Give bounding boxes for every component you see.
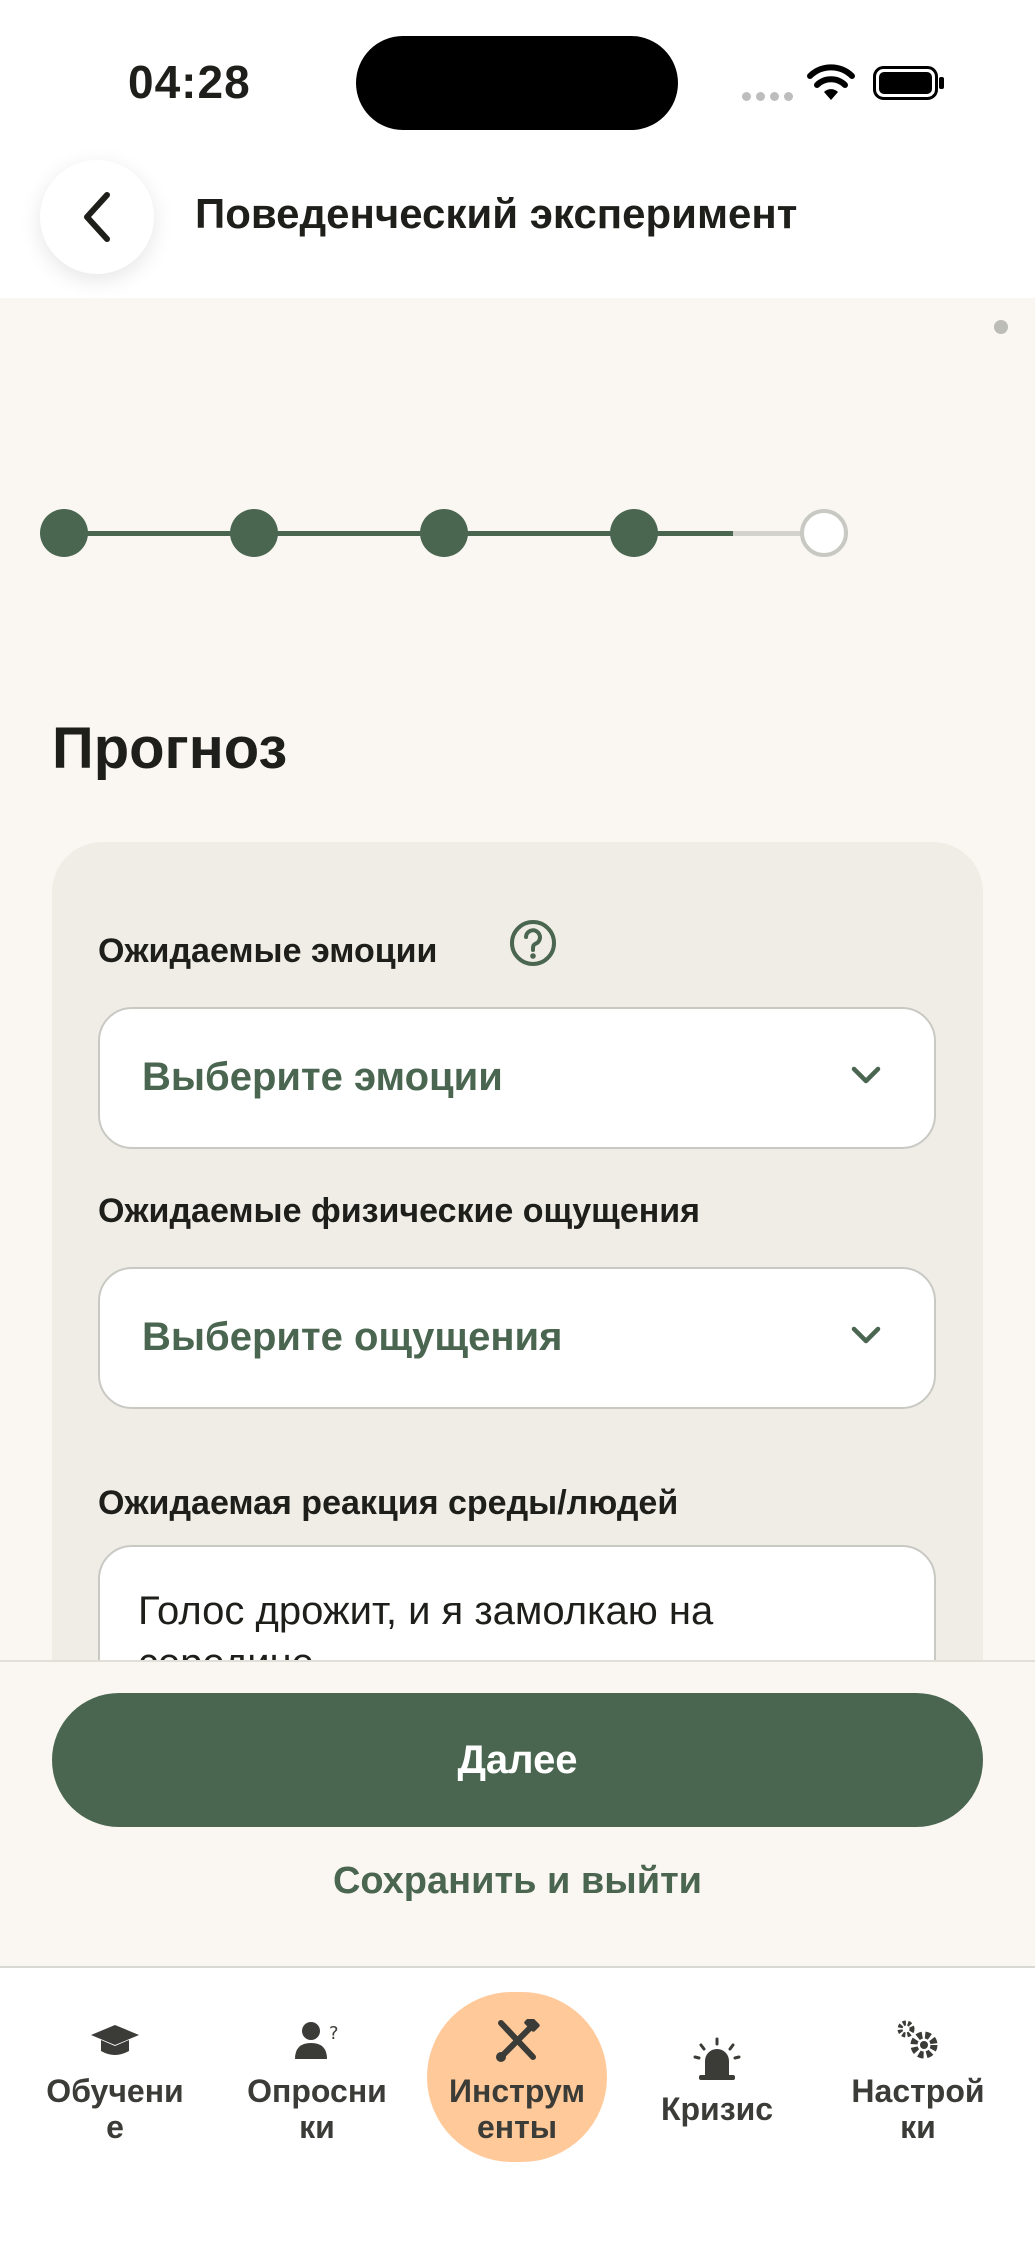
battery-icon <box>873 66 944 100</box>
section-title: Прогноз <box>52 716 288 781</box>
tab-settings[interactable]: Настройки <box>828 1992 1008 2172</box>
sensations-select[interactable]: Выберите ощущения <box>98 1267 936 1409</box>
stepper-step <box>230 509 278 557</box>
page-title: Поведенческий эксперимент <box>195 190 798 237</box>
progress-stepper <box>40 507 860 559</box>
emotions-label: Ожидаемые эмоции <box>98 932 438 970</box>
status-bar: 04:28 <box>0 0 1035 150</box>
stepper-connector <box>444 531 634 536</box>
emotions-placeholder: Выберите эмоции <box>142 1055 503 1099</box>
tab-label: Инструменты <box>449 2073 585 2145</box>
tab-crisis[interactable]: Кризис <box>627 1992 807 2172</box>
back-button[interactable] <box>40 160 154 274</box>
app-header: Поведенческий эксперимент <box>0 150 1035 298</box>
sensations-placeholder: Выберите ощущения <box>142 1315 563 1359</box>
cellular-signal-icon <box>742 92 794 102</box>
stepper-connector <box>634 531 824 536</box>
stepper-connector <box>254 531 444 536</box>
chevron-down-icon <box>851 1066 881 1084</box>
stepper-step <box>610 509 658 557</box>
user-question-icon: ? <box>295 2022 339 2059</box>
graduation-cap-icon <box>91 2025 139 2055</box>
tab-tools[interactable]: Инструменты <box>427 1992 607 2172</box>
stepper-step <box>40 509 88 557</box>
dynamic-island <box>356 36 678 130</box>
tab-label: Настройки <box>851 2073 985 2145</box>
chevron-down-icon <box>851 1326 881 1344</box>
siren-icon <box>693 2037 741 2080</box>
tab-label: Опросники <box>247 2073 387 2145</box>
tab-education[interactable]: Обучение <box>25 1992 205 2172</box>
tab-questionnaires[interactable]: ? Опросники <box>227 1992 407 2172</box>
status-time: 04:28 <box>128 56 251 108</box>
tab-label: Кризис <box>660 2091 774 2127</box>
chevron-left-icon <box>84 192 110 242</box>
gear-icon <box>897 2020 938 2059</box>
footer-actions: Далее Сохранить и выйти <box>0 1660 1035 1968</box>
stepper-step <box>420 509 468 557</box>
bottom-tab-bar: Обучение ? Опросники Инструменты Кризис <box>0 1966 1035 2252</box>
wifi-icon <box>807 64 855 100</box>
next-button[interactable]: Далее <box>52 1693 983 1827</box>
stepper-step <box>800 509 848 557</box>
tab-label: Обучение <box>46 2073 184 2145</box>
svg-text:?: ? <box>329 2023 339 2044</box>
tools-icon <box>496 2019 540 2062</box>
stepper-connector <box>64 531 254 536</box>
reaction-label: Ожидаемая реакция среды/людей <box>98 1484 679 1522</box>
sensations-label: Ожидаемые физические ощущения <box>98 1192 701 1230</box>
help-icon[interactable] <box>508 918 558 968</box>
emotions-select[interactable]: Выберите эмоции <box>98 1007 936 1149</box>
scroll-indicator <box>994 320 1008 334</box>
save-and-exit-link[interactable]: Сохранить и выйти <box>0 1860 1035 1903</box>
